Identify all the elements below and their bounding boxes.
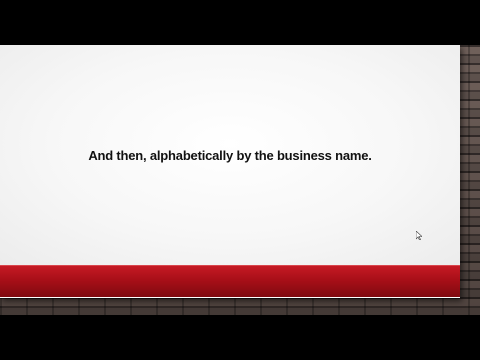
video-frame: And then, alphabetically by the business… xyxy=(0,45,480,315)
slide-accent-bar xyxy=(0,265,460,297)
slide-card: And then, alphabetically by the business… xyxy=(0,45,460,298)
slide-body: And then, alphabetically by the business… xyxy=(0,45,460,265)
slide-text: And then, alphabetically by the business… xyxy=(88,148,372,163)
mouse-pointer-icon xyxy=(416,231,422,240)
